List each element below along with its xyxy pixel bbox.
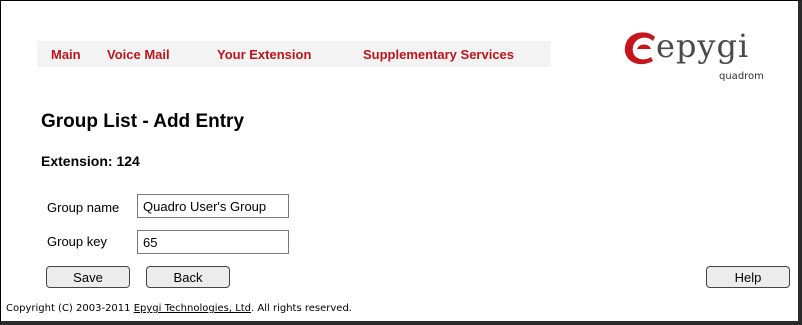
save-button[interactable]: Save: [46, 266, 130, 288]
extension-label: Extension: 124: [41, 153, 140, 169]
group-key-input[interactable]: [137, 230, 289, 254]
menu-item-main[interactable]: Main: [51, 47, 81, 62]
group-key-label: Group key: [47, 234, 107, 249]
copyright-footer: Copyright (C) 2003-2011 Epygi Technologi…: [6, 303, 352, 314]
copyright-prefix: Copyright (C) 2003-2011: [6, 303, 134, 314]
page-frame: Main Voice Mail Your Extension Supplemen…: [0, 0, 802, 325]
help-button[interactable]: Help: [706, 266, 790, 288]
back-button[interactable]: Back: [146, 266, 230, 288]
menu-item-your-extension[interactable]: Your Extension: [217, 47, 311, 62]
group-name-label: Group name: [47, 200, 120, 215]
group-name-input[interactable]: [137, 194, 289, 218]
logo-brand-text: epygi: [656, 27, 750, 65]
logo-product-text: quadrom: [719, 71, 764, 82]
page-title: Group List - Add Entry: [41, 111, 245, 132]
epygi-logo: epygi quadrom: [621, 25, 781, 85]
menu-item-voice-mail[interactable]: Voice Mail: [107, 47, 170, 62]
copyright-suffix: . All rights reserved.: [251, 303, 352, 314]
menu-item-supplementary-services[interactable]: Supplementary Services: [363, 47, 514, 62]
company-link[interactable]: Epygi Technologies, Ltd: [134, 303, 251, 314]
top-menu: Main Voice Mail Your Extension Supplemen…: [37, 41, 551, 67]
